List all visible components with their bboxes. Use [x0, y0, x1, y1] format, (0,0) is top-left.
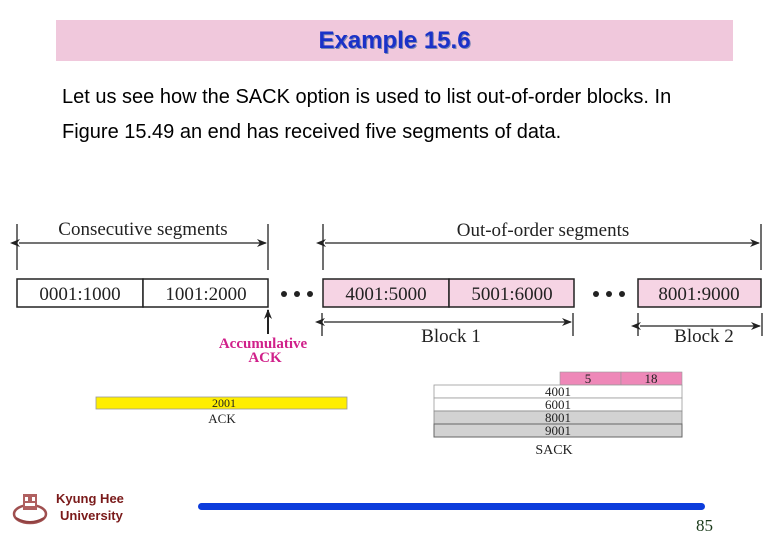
- sack-row-value: 9001: [545, 423, 571, 438]
- block2-dimension: Block 2: [631, 313, 763, 347]
- out-of-order-label: Out-of-order segments: [457, 220, 630, 241]
- footer-divider-bar: [198, 503, 705, 510]
- university-name-line1: Kyung Hee: [56, 491, 124, 506]
- sack-label: SACK: [535, 443, 572, 458]
- segment-label: 5001:6000: [471, 284, 552, 305]
- sack-length: 18: [645, 371, 658, 386]
- out-of-order-dimension: Out-of-order segments: [316, 220, 762, 270]
- ack-label: ACK: [208, 411, 236, 426]
- title-banner: Example 15.6: [56, 20, 733, 61]
- segment-label: 8001:9000: [658, 284, 739, 305]
- ellipsis-dots: [281, 291, 313, 297]
- segment-label: 0001:1000: [39, 284, 120, 305]
- block1-dimension: Block 1: [315, 313, 574, 347]
- segment-label: 1001:2000: [165, 284, 246, 305]
- ack-field: 2001 ACK: [95, 396, 348, 426]
- ack-value: 2001: [212, 396, 236, 410]
- page-number: 85: [696, 516, 713, 535]
- sack-kind: 5: [585, 371, 592, 386]
- university-name: Kyung Hee University: [56, 490, 124, 524]
- accumulative-ack-pointer: Accumulative ACK: [219, 309, 307, 366]
- sack-figure: Consecutive segments Out-of-order segmen…: [10, 219, 763, 458]
- accumulative-ack-label: ACK: [248, 350, 282, 366]
- slide-title: Example 15.6: [318, 27, 471, 54]
- ellipsis-dots: [593, 291, 625, 297]
- segment-label: 4001:5000: [345, 284, 426, 305]
- university-name-line2: University: [60, 508, 123, 523]
- university-logo-icon: [12, 494, 48, 525]
- sack-option: 5 18 4001 6001 8001 9001 SACK: [433, 371, 683, 458]
- body-paragraph: Let us see how the SACK option is used t…: [62, 86, 672, 143]
- consecutive-label: Consecutive segments: [58, 219, 227, 240]
- block2-label: Block 2: [674, 326, 734, 347]
- consecutive-dimension: Consecutive segments: [10, 219, 269, 270]
- segment-row: 0001:1000 1001:2000 4001:5000 5001:6000 …: [16, 278, 762, 308]
- block1-label: Block 1: [421, 326, 481, 347]
